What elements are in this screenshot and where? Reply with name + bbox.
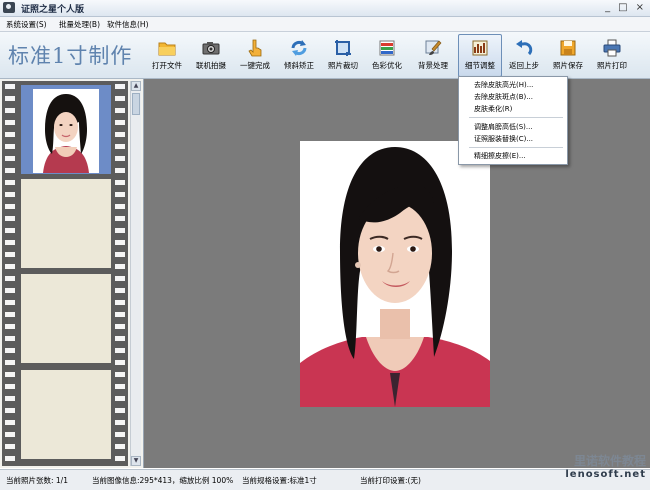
scroll-down-arrow-icon[interactable]: ▼ [131,456,141,466]
crop-icon [335,40,351,56]
status-photo-count: 当前照片张数: 1/1 [6,476,68,485]
menu-software-info[interactable]: 软件信息(H) [107,19,149,30]
color-optimize-label: 色彩优化 [372,61,402,70]
undo-label: 返回上步 [509,61,539,70]
thumbnail-scrollbar[interactable]: ▲ ▼ [130,81,141,466]
thumbnail-panel: ▲ ▼ [0,79,144,468]
film-strip [2,81,128,466]
menu-bar: 系统设置(S) 批量处理(B) 软件信息(H) [0,17,650,32]
image-workspace[interactable] [144,79,650,468]
status-spec-setting: 当前规格设置:标准1寸 [242,476,317,485]
menu-separator [469,147,563,148]
background-process-button[interactable]: 背景处理 [412,35,454,75]
open-file-button[interactable]: 打开文件 [146,35,188,75]
tethered-capture-label: 联机拍摄 [196,61,226,70]
watermark-line-1: 里诺软件教程 [573,454,646,468]
menu-item-remove-spots[interactable]: 去除皮肤斑点(B)... [474,92,533,102]
color-bars-icon [379,40,395,56]
thumbnail-frame-2[interactable] [21,179,111,268]
close-button[interactable]: × [636,2,644,13]
maximize-button[interactable]: □ [618,2,627,13]
toolbar: 标准1寸制作 打开文件 联机拍摄 一键完成 倾斜矫正 照片裁切 色彩优化 背景处… [0,32,650,79]
tilt-correction-button[interactable]: 倾斜矫正 [278,35,320,75]
minimize-button[interactable]: _ [605,2,610,13]
scroll-thumb[interactable] [132,93,140,115]
portrait-image [300,141,490,407]
portrait-thumbnail [33,89,99,173]
save-photo-button[interactable]: 照片保存 [547,35,589,75]
rotate-icon [291,40,307,56]
site-watermark: 里诺软件教程 lenosoft.net [565,452,646,480]
title-bar: 证照之星个人版 _ □ × [0,0,650,17]
camera-icon [3,2,15,13]
status-print-setting: 当前打印设置:(无) [360,476,421,485]
open-file-label: 打开文件 [152,61,182,70]
menu-separator [469,117,563,118]
brush-icon [425,40,442,55]
thumbnail-frame-4[interactable] [21,370,111,459]
thumbnail-frame-3[interactable] [21,274,111,363]
window-title: 证照之星个人版 [21,5,85,15]
menu-item-skin-soften[interactable]: 皮肤柔化(R) [474,104,512,114]
print-photo-label: 照片打印 [597,61,627,70]
thumbnail-frame-1[interactable] [21,85,111,174]
undo-button[interactable]: 返回上步 [503,35,545,75]
menu-item-adjust-shoulders[interactable]: 调整肩膀高低(S)... [474,122,533,132]
menu-item-remove-highlight[interactable]: 去除皮肤高光(H)... [474,80,533,90]
menu-system-settings[interactable]: 系统设置(S) [6,19,47,30]
status-bar: 当前照片张数: 1/1 当前图像信息:295*413，缩放比例 100% 当前规… [0,469,650,490]
detail-adjust-menu: 去除皮肤高光(H)... 去除皮肤斑点(B)... 皮肤柔化(R) 调整肩膀高低… [458,76,568,165]
hand-pointer-icon [248,39,262,57]
save-icon [560,40,576,56]
photo-crop-label: 照片裁切 [328,61,358,70]
detail-adjust-button[interactable]: 细节调整 [458,34,502,77]
printer-icon [603,39,621,57]
portrait-photo[interactable] [300,141,490,407]
status-image-info: 当前图像信息:295*413，缩放比例 100% [92,476,234,485]
camera-icon [202,42,220,55]
brand-title: 标准1寸制作 [8,44,133,68]
tilt-correction-label: 倾斜矫正 [284,61,314,70]
menu-item-fine-eraser[interactable]: 精细擦皮擦(E)... [474,151,526,161]
one-click-label: 一键完成 [240,61,270,70]
background-process-label: 背景处理 [418,61,448,70]
scroll-up-arrow-icon[interactable]: ▲ [131,81,141,91]
watermark-line-2: lenosoft.net [565,469,646,480]
photo-crop-button[interactable]: 照片裁切 [322,35,364,75]
detail-adjust-icon [472,40,488,56]
detail-adjust-label: 细节调整 [465,61,495,70]
print-photo-button[interactable]: 照片打印 [591,35,633,75]
save-photo-label: 照片保存 [553,61,583,70]
folder-icon [158,42,176,56]
tethered-capture-button[interactable]: 联机拍摄 [190,35,232,75]
color-optimize-button[interactable]: 色彩优化 [366,35,408,75]
menu-item-replace-clothing[interactable]: 证照服装替换(C)... [474,134,533,144]
menu-batch-processing[interactable]: 批量处理(B) [59,19,100,30]
one-click-button[interactable]: 一键完成 [234,35,276,75]
undo-icon [516,40,533,56]
